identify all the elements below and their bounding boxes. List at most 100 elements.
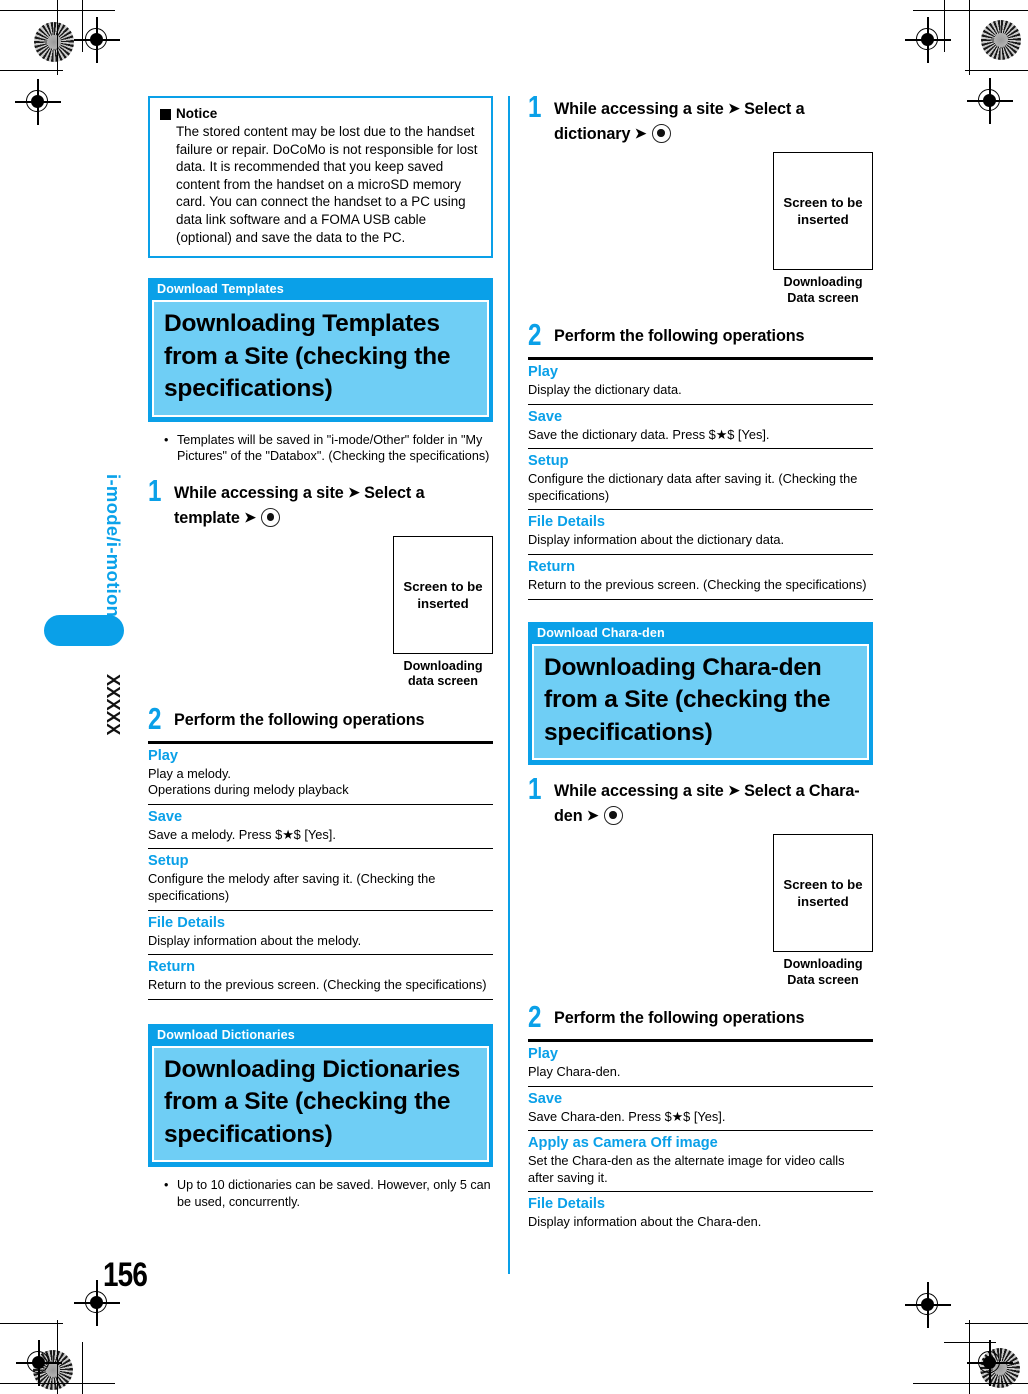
figure-caption: Downloading data screen xyxy=(403,658,483,689)
dictionaries-step-1: 1 While accessing a site ➤ Select a dict… xyxy=(528,89,873,146)
crop-target-bottom-left-inner xyxy=(16,1340,62,1386)
left-column: Notice The stored content may be lost du… xyxy=(148,96,493,1210)
list-item: • Templates will be saved in "i-mode/Oth… xyxy=(148,432,493,465)
step-instruction: While accessing a site ➤ Select a templa… xyxy=(174,480,493,530)
step-text-part-a: While accessing a site xyxy=(174,483,344,502)
step-instruction: Perform the following operations xyxy=(174,710,425,729)
bullet-icon: • xyxy=(164,1178,169,1193)
crop-line xyxy=(913,1383,1028,1385)
step-number: 1 xyxy=(528,89,542,124)
operation-name[interactable]: File Details xyxy=(528,1195,873,1214)
operation-name[interactable]: Save xyxy=(528,1090,873,1109)
operation-description: Play Chara-den. xyxy=(528,1064,621,1080)
registration-star-top-right xyxy=(981,20,1021,60)
right-arrow-icon: ➤ xyxy=(728,782,740,799)
chapter-index-rail: i-mode/i-motion XXXXX xyxy=(86,430,132,760)
crop-line xyxy=(965,70,1028,72)
center-key-icon xyxy=(603,806,623,826)
step-text-part-a: While accessing a site xyxy=(554,782,724,801)
table-row: Setup Configure the dictionary data afte… xyxy=(528,449,873,511)
notice-body-text: The stored content may be lost due to th… xyxy=(176,124,478,245)
charaden-step-2: 2 Perform the following operations xyxy=(528,999,873,1035)
right-arrow-icon: ➤ xyxy=(728,100,740,116)
section-title: Downloading Templates from a Site (check… xyxy=(152,300,489,417)
crop-line xyxy=(944,0,946,52)
operation-name[interactable]: Play xyxy=(528,1045,873,1064)
crop-line xyxy=(969,1320,971,1394)
operation-name[interactable]: Save xyxy=(148,808,493,827)
operation-name[interactable]: Return xyxy=(528,558,873,577)
operation-description: Return to the previous screen. (Checking… xyxy=(148,977,487,993)
section-download-charaden: Download Chara-den Downloading Chara-den… xyxy=(528,621,873,766)
chapter-tab-marker xyxy=(44,615,124,646)
crop-target-bottom-right-outer xyxy=(905,1282,951,1328)
operation-description: Configure the dictionary data after savi… xyxy=(528,471,858,503)
section-download-dictionaries: Download Dictionaries Downloading Dictio… xyxy=(148,1023,493,1168)
table-row: Apply as Camera Off image Set the Chara-… xyxy=(528,1131,873,1193)
column-divider xyxy=(508,96,510,1274)
operation-name[interactable]: Setup xyxy=(528,452,873,471)
table-row: Return Return to the previous screen. (C… xyxy=(528,555,873,600)
center-key-icon xyxy=(651,124,671,143)
crop-target-top-right-inner xyxy=(967,78,1013,124)
operation-description: Display information about the Chara-den. xyxy=(528,1214,762,1230)
center-key-icon xyxy=(261,507,281,527)
operation-name[interactable]: Play xyxy=(528,363,873,382)
operation-description: Display information about the dictionary… xyxy=(528,532,785,548)
section-download-templates: Download Templates Downloading Templates… xyxy=(148,278,493,422)
templates-step-2: 2 Perform the following operations xyxy=(148,703,493,734)
step-instruction: Perform the following operations xyxy=(554,1009,805,1028)
templates-operations-table: Play Play a melody. Operations during me… xyxy=(148,740,493,1000)
section-title: Downloading Chara-den from a Site (check… xyxy=(532,643,869,761)
operation-name[interactable]: Play xyxy=(148,747,493,766)
crop-line xyxy=(965,1323,1028,1325)
operation-description: Display information about the melody. xyxy=(148,932,362,948)
crop-line xyxy=(82,0,84,52)
right-arrow-icon: ➤ xyxy=(586,807,599,824)
table-row: File Details Display information about t… xyxy=(528,510,873,555)
filled-square-icon xyxy=(160,109,171,120)
step-instruction: Perform the following operations xyxy=(554,327,805,345)
figure-caption: Downloading Data screen xyxy=(783,957,863,987)
charaden-figure: Screen to be inserted Downloading Data s… xyxy=(528,834,873,988)
notice-heading-label: Notice xyxy=(176,106,218,121)
table-row: Save Save a melody. Press $★$ [Yes]. xyxy=(148,805,493,850)
crop-line xyxy=(57,1320,59,1394)
table-row: File Details Display information about t… xyxy=(528,1192,873,1236)
notice-box: Notice The stored content may be lost du… xyxy=(148,96,493,259)
chapter-name-vertical: i-mode/i-motion xyxy=(103,474,124,618)
crop-line xyxy=(0,70,63,72)
operation-description: Play a melody. Operations during melody … xyxy=(148,765,349,798)
operation-name[interactable]: Setup xyxy=(148,852,493,871)
operation-description: Save the dictionary data. Press $★$ [Yes… xyxy=(528,426,770,442)
operation-name[interactable]: File Details xyxy=(148,914,493,933)
operation-name[interactable]: Return xyxy=(148,958,493,977)
bullet-text: Up to 10 dictionaries can be saved. Howe… xyxy=(177,1178,491,1209)
right-arrow-icon: ➤ xyxy=(348,483,360,500)
operation-description: Save a melody. Press $★$ [Yes]. xyxy=(148,826,336,842)
operation-name[interactable]: Apply as Camera Off image xyxy=(528,1134,873,1153)
crop-target-top-left-outer xyxy=(74,17,120,63)
step-number: 2 xyxy=(528,999,542,1035)
dictionaries-step-2: 2 Perform the following operations xyxy=(528,317,873,352)
section-label: Download Chara-den xyxy=(537,625,665,640)
manual-page: i-mode/i-motion XXXXX 156 Notice The sto… xyxy=(0,0,1028,1394)
operation-description: Save Chara-den. Press $★$ [Yes]. xyxy=(528,1108,726,1124)
section-title: Downloading Dictionaries from a Site (ch… xyxy=(152,1045,489,1163)
crop-target-top-left-inner xyxy=(15,79,61,125)
step-number: 1 xyxy=(528,771,542,807)
crop-target-bottom-right-inner xyxy=(967,1340,1013,1386)
bullet-text: Templates will be saved in "i-mode/Other… xyxy=(177,432,490,464)
list-item: • Up to 10 dictionaries can be saved. Ho… xyxy=(148,1177,493,1210)
step-instruction: While accessing a site ➤ Select a dictio… xyxy=(554,96,873,146)
step-number: 2 xyxy=(528,317,542,352)
crop-line xyxy=(969,0,971,75)
dictionaries-operations-table: Play Display the dictionary data. Save S… xyxy=(528,357,873,600)
table-row: Return Return to the previous screen. (C… xyxy=(148,955,493,1000)
operation-name[interactable]: Save xyxy=(528,408,873,427)
screen-placeholder: Screen to be inserted xyxy=(773,152,873,270)
operation-description: Set the Chara-den as the alternate image… xyxy=(528,1153,845,1185)
crop-line xyxy=(0,1323,63,1325)
table-row: File Details Display information about t… xyxy=(148,911,493,956)
operation-name[interactable]: File Details xyxy=(528,513,873,532)
